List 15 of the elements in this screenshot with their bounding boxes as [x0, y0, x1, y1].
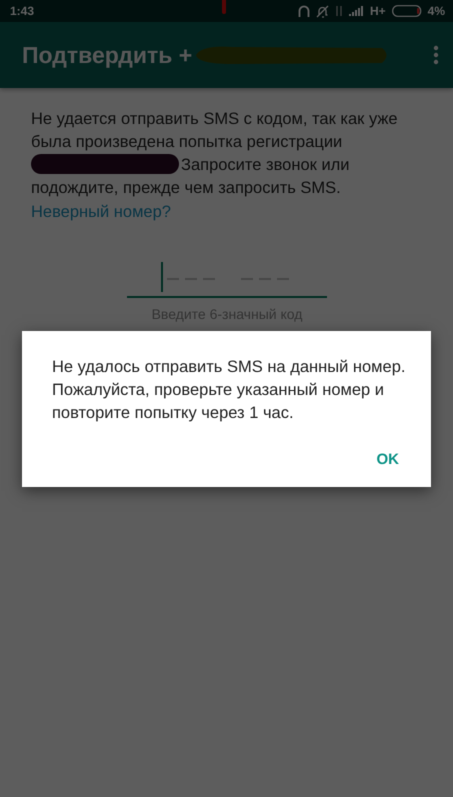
more-options-icon[interactable] [433, 45, 439, 65]
recording-indicator-icon [222, 0, 226, 14]
signal-icon [348, 6, 364, 16]
info-message: Не удается отправить SMS с кодом, так как уже была произведена попытка регистрации Запросите звонок или подождите, прежде чем запросить SMS. [31, 109, 399, 199]
bell-off-icon [316, 4, 329, 18]
battery-percent: 4% [428, 4, 445, 18]
headphones-icon [298, 4, 310, 18]
app-bar-title: Подтвердить + [22, 42, 192, 68]
dialog-message: Не удалось отправить SMS на данный номер. Пожалуйста, проверьте указанный номер и повторите попытку через 1 час. [52, 357, 406, 424]
network-type: H+ [370, 4, 386, 18]
battery-icon [392, 5, 422, 17]
wrong-number-link[interactable]: Неверный номер? [31, 200, 171, 224]
data-arrows-icon [334, 5, 343, 17]
status-time: 1:43 [10, 4, 34, 18]
code-input-field[interactable] [127, 260, 327, 298]
